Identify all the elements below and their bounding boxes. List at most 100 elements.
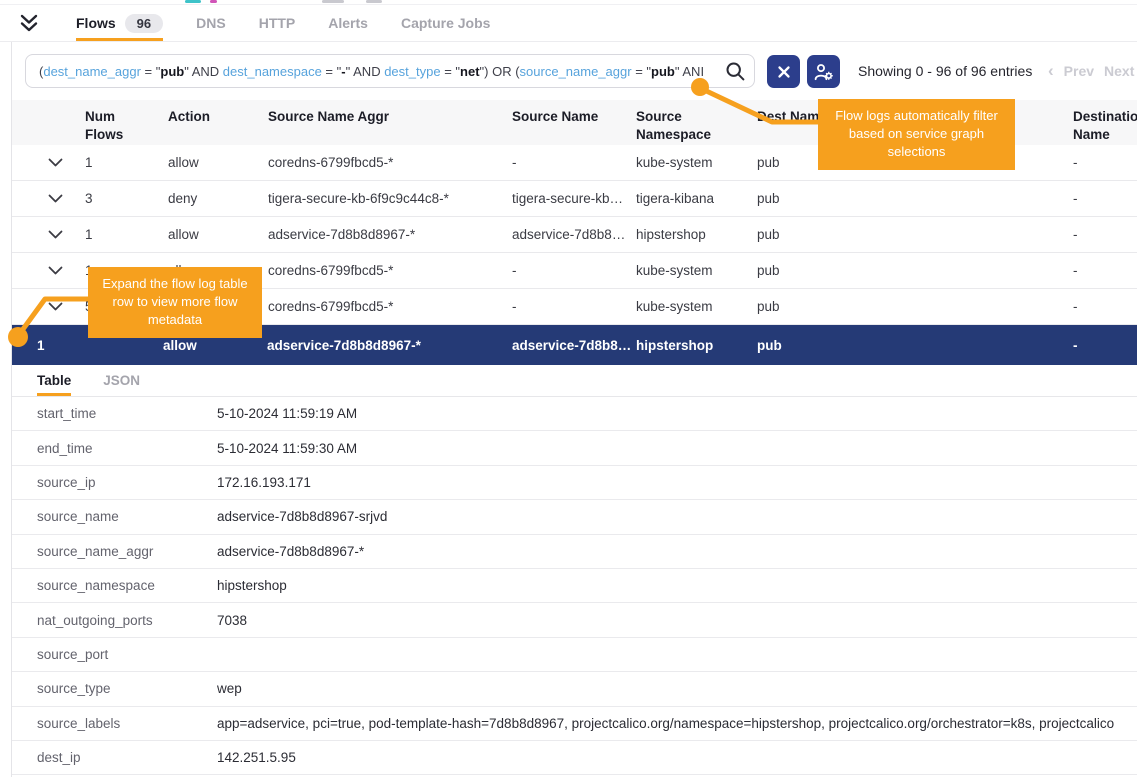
tooltip-filter-service-graph: Flow logs automatically filter based on … xyxy=(818,99,1015,170)
query-op: = xyxy=(632,64,647,79)
query-op: AND xyxy=(350,64,384,79)
expand-chevron-icon[interactable] xyxy=(48,266,85,275)
detail-field-row: end_time5-10-2024 11:59:30 AM xyxy=(12,431,1137,465)
filter-search-input[interactable]: (dest_name_aggr = "pub" AND dest_namespa… xyxy=(25,54,755,88)
flow-detail-fields: start_time5-10-2024 11:59:19 AMend_time5… xyxy=(12,397,1137,775)
expand-chevron-icon[interactable] xyxy=(48,194,85,203)
tab-count-badge: 96 xyxy=(125,14,163,33)
tab-bar-items: Flows 96 DNS HTTP Alerts Capture Jobs xyxy=(76,5,490,41)
query-value: pub xyxy=(160,64,184,79)
detail-field-row: start_time5-10-2024 11:59:19 AM xyxy=(12,397,1137,431)
query-op: = xyxy=(322,64,337,79)
tab-http[interactable]: HTTP xyxy=(259,5,296,41)
detail-field-row: source_nameadservice-7d8b8d8967-srjvd xyxy=(12,500,1137,534)
detail-field-key: source_namespace xyxy=(37,578,217,593)
expand-chevron-icon[interactable] xyxy=(48,158,85,167)
cell-source-name: tigera-secure-kb… xyxy=(512,191,636,206)
cell-source-namespace: kube-system xyxy=(636,155,757,170)
cell-destination-name: - xyxy=(1073,227,1137,242)
query-op: ) OR ( xyxy=(484,64,519,79)
detail-field-key: source_name xyxy=(37,509,217,524)
cell-dest-name-aggr: pub xyxy=(757,338,1073,353)
detail-field-row: source_namespacehipstershop xyxy=(12,569,1137,603)
column-header-source-namespace: Source Namespace xyxy=(636,108,757,145)
cell-action: allow xyxy=(163,338,267,353)
cell-destination-name: - xyxy=(1073,338,1137,353)
clipped-fragment xyxy=(185,0,201,3)
query-value: pub xyxy=(651,64,675,79)
detail-field-value: 5-10-2024 11:59:19 AM xyxy=(217,406,1137,421)
cell-source-name: - xyxy=(512,299,636,314)
cell-destination-name: - xyxy=(1073,263,1137,278)
flow-logs-panel: Flows 96 DNS HTTP Alerts Capture Jobs (dest_n… xyxy=(0,0,1137,777)
detail-field-key: start_time xyxy=(37,406,217,421)
expand-chevron-icon[interactable] xyxy=(48,230,85,239)
entries-summary: Showing 0 - 96 of 96 entries xyxy=(858,63,1032,79)
query-op: ANI xyxy=(679,64,704,79)
cell-source-name-aggr: coredns-6799fbcd5-* xyxy=(268,299,512,314)
prev-button[interactable]: Prev xyxy=(1064,63,1094,79)
column-header-num-flows: Num Flows xyxy=(85,108,143,145)
detail-tab-table[interactable]: Table xyxy=(37,365,71,396)
tab-capture-jobs[interactable]: Capture Jobs xyxy=(401,5,490,41)
log-type-tab-bar: Flows 96 DNS HTTP Alerts Capture Jobs xyxy=(0,4,1137,42)
flow-row[interactable]: 3denytigera-secure-kb-6f9c9c44c8-*tigera… xyxy=(12,181,1137,217)
detail-field-key: source_name_aggr xyxy=(37,544,217,559)
detail-field-key: dest_ip xyxy=(37,750,217,765)
user-settings-icon xyxy=(813,62,834,82)
cell-source-name-aggr: adservice-7d8b8d8967-* xyxy=(267,338,512,353)
flow-detail-tabs: Table JSON xyxy=(12,365,1137,397)
clear-filter-button[interactable] xyxy=(767,55,800,88)
detail-field-value: 5-10-2024 11:59:30 AM xyxy=(217,441,1137,456)
cell-num: 1 xyxy=(85,155,168,170)
cell-source-namespace: hipstershop xyxy=(636,227,757,242)
query-value: net xyxy=(460,64,480,79)
detail-field-key: nat_outgoing_ports xyxy=(37,613,217,628)
cell-source-name-aggr: adservice-7d8b8d8967-* xyxy=(268,227,512,242)
detail-field-key: source_ip xyxy=(37,475,217,490)
clear-filter-icon xyxy=(775,63,793,81)
cell-destination-name: - xyxy=(1073,155,1137,170)
cell-destination-name: - xyxy=(1073,299,1137,314)
tab-label: Flows xyxy=(76,15,116,31)
query-field: source_name_aggr xyxy=(520,64,632,79)
detail-field-row: source_ip172.16.193.171 xyxy=(12,466,1137,500)
detail-field-value: adservice-7d8b8d8967-* xyxy=(217,544,1137,559)
detail-field-value: 172.16.193.171 xyxy=(217,475,1137,490)
column-header-source-name: Source Name xyxy=(512,108,636,145)
column-header-source-name-aggr: Source Name Aggr xyxy=(268,108,512,145)
cell-source-name-aggr: coredns-6799fbcd5-* xyxy=(268,263,512,278)
search-icon[interactable] xyxy=(725,61,746,87)
user-settings-button[interactable] xyxy=(807,55,840,88)
query-field: dest_namespace xyxy=(223,64,322,79)
query-op: = xyxy=(441,64,456,79)
tab-alerts[interactable]: Alerts xyxy=(328,5,368,41)
cell-source-name: adservice-7d8b8… xyxy=(512,227,636,242)
column-header-action: Action xyxy=(168,108,268,145)
pagination: ‹ Prev Next › xyxy=(1048,62,1137,79)
detail-field-key: source_labels xyxy=(37,716,217,731)
cell-dest-name-aggr: pub xyxy=(757,191,1073,206)
detail-field-key: end_time xyxy=(37,441,217,456)
cell-destination-name: - xyxy=(1073,191,1137,206)
clipped-fragment xyxy=(366,0,382,3)
tab-label: DNS xyxy=(196,15,226,31)
collapse-panel-button[interactable] xyxy=(15,10,43,36)
flow-row[interactable]: 1allowadservice-7d8b8d8967-*adservice-7d… xyxy=(12,217,1137,253)
query-field: dest_name_aggr xyxy=(43,64,141,79)
panel-left-border xyxy=(11,42,12,777)
tab-dns[interactable]: DNS xyxy=(196,5,226,41)
tab-label: HTTP xyxy=(259,15,296,31)
tooltip-expand-row: Expand the flow log table row to view mo… xyxy=(88,267,262,338)
clipped-fragment xyxy=(210,0,217,3)
cell-source-namespace: kube-system xyxy=(636,299,757,314)
cell-source-name: - xyxy=(512,263,636,278)
expand-chevron-icon[interactable] xyxy=(48,302,85,311)
tab-flows[interactable]: Flows 96 xyxy=(76,5,163,41)
next-button[interactable]: Next xyxy=(1104,63,1134,79)
prev-chevron-icon[interactable]: ‹ xyxy=(1048,62,1054,79)
clipped-fragment xyxy=(322,0,344,3)
detail-field-row: nat_outgoing_ports7038 xyxy=(12,603,1137,637)
detail-tab-json[interactable]: JSON xyxy=(103,365,140,396)
detail-field-row: source_port xyxy=(12,638,1137,672)
